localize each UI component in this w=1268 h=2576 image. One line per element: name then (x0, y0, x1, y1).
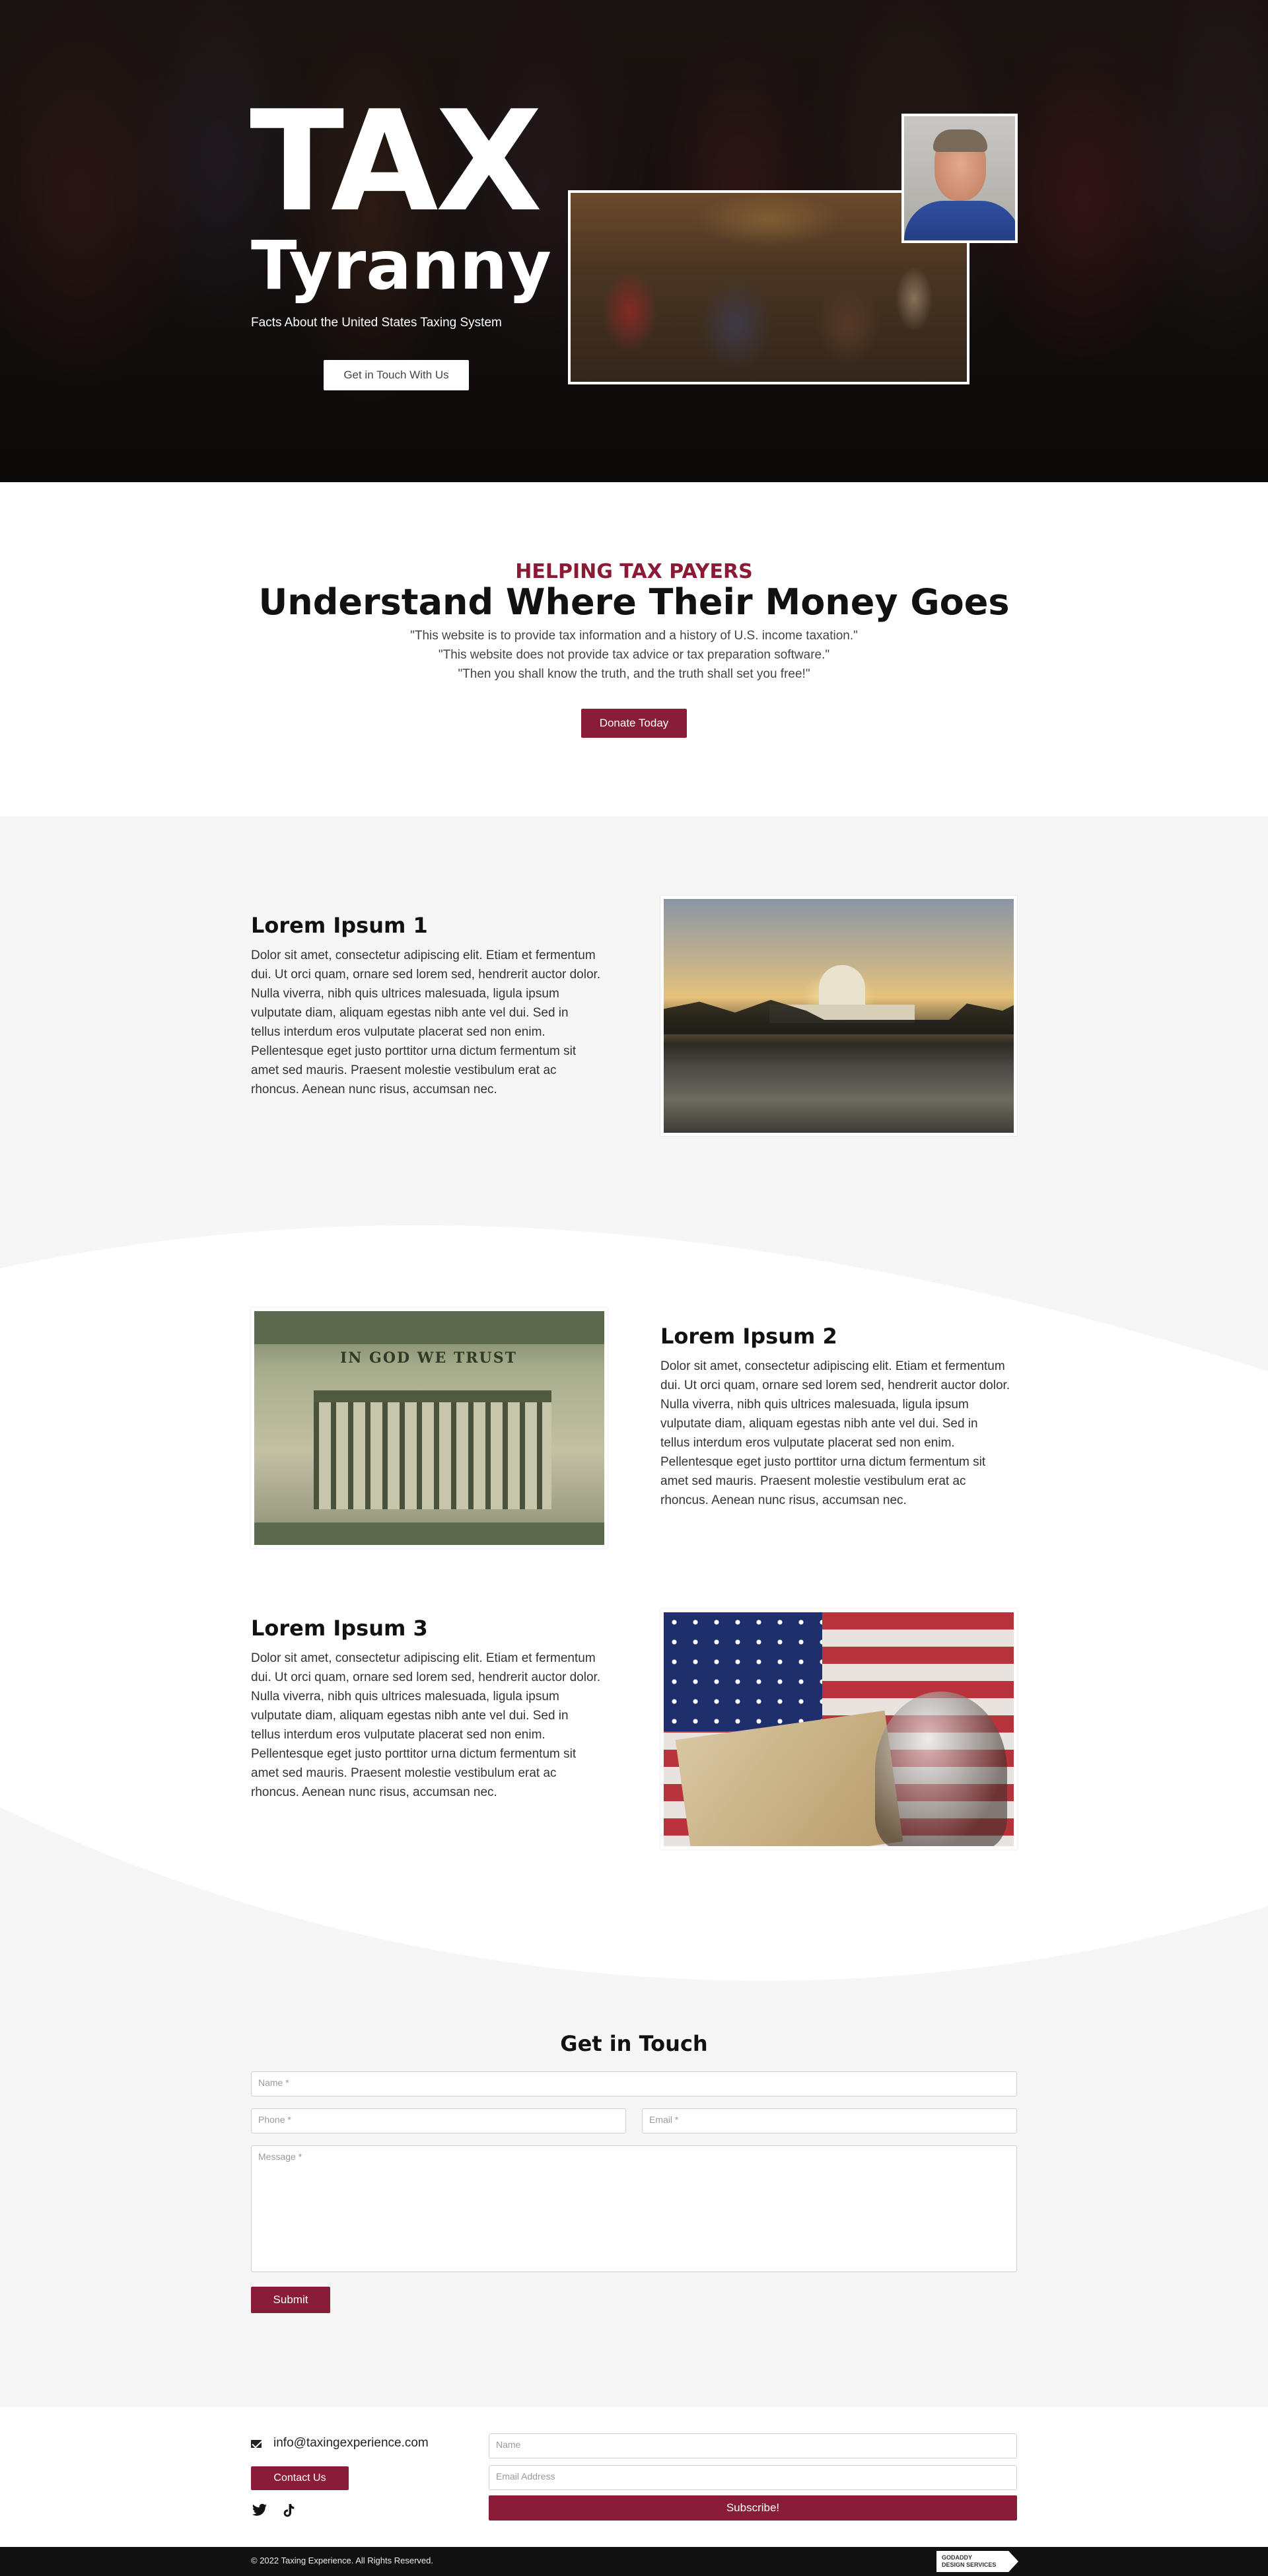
email-field[interactable]: Email * (642, 2108, 1017, 2133)
flag-constitution-image (660, 1609, 1017, 1849)
bottom-bar (0, 2547, 1268, 2576)
copyright-text: © 2022 Taxing Experience. All Rights Res… (251, 2556, 433, 2565)
hero-title: TAX (250, 81, 542, 242)
feature-1-title: Lorem Ipsum 1 (251, 913, 428, 938)
donate-button[interactable]: Donate Today (581, 709, 687, 738)
author-portrait (901, 114, 1018, 243)
feature-3-title: Lorem Ipsum 3 (251, 1616, 428, 1641)
capitol-image (660, 896, 1017, 1136)
feature-3-body: Dolor sit amet, consectetur adipiscing e… (251, 1651, 601, 1799)
newsletter-email-field[interactable]: Email Address (489, 2465, 1017, 2490)
newsletter-name-field[interactable]: Name (489, 2433, 1017, 2458)
bill-bottom-band (254, 1522, 604, 1545)
quote-line: "Then you shall know the truth, and the … (458, 667, 810, 681)
hero-subtitle: Tyranny (251, 227, 551, 305)
quote-line: "This website does not provide tax advic… (438, 648, 830, 662)
submit-button[interactable]: Submit (251, 2287, 330, 2313)
flag-canton (664, 1612, 822, 1731)
phone-field[interactable]: Phone * (251, 2108, 626, 2133)
feature-2-title: Lorem Ipsum 2 (660, 1324, 837, 1349)
get-in-touch-button[interactable]: Get in Touch With Us (324, 360, 469, 390)
name-field[interactable]: Name * (251, 2071, 1017, 2096)
twitter-icon[interactable] (251, 2503, 268, 2521)
bill-top-band (254, 1311, 604, 1344)
contact-title: Get in Touch (560, 2031, 708, 2056)
intro-title: Understand Where Their Money Goes (258, 581, 1010, 623)
feature-1-body: Dolor sit amet, consectetur adipiscing e… (251, 948, 601, 1096)
treasury-building (314, 1390, 551, 1509)
intro-kicker: HELPING TAX PAYERS (515, 560, 753, 583)
godaddy-badge[interactable]: GODADDY DESIGN SERVICES (936, 2551, 1018, 2572)
badge-line: DESIGN SERVICES (942, 2561, 997, 2568)
bill-motto: IN GOD WE TRUST (340, 1349, 517, 1367)
badge-line: GODADDY (942, 2554, 973, 2561)
portrait-shirt (904, 201, 1015, 240)
footer-email-link[interactable]: info@taxingexperience.com (273, 2436, 429, 2451)
contact-us-button[interactable]: Contact Us (251, 2466, 349, 2490)
tiktok-icon[interactable] (280, 2503, 297, 2521)
portrait-hair (933, 129, 987, 152)
treasury-bill-image: IN GOD WE TRUST (251, 1308, 608, 1548)
mail-icon (251, 2440, 262, 2448)
hero-tagline: Facts About the United States Taxing Sys… (251, 316, 502, 330)
eagle-overlay (875, 1692, 1007, 1846)
hero-section: TAX Tyranny Facts About the United State… (0, 0, 1268, 482)
subscribe-button[interactable]: Subscribe! (489, 2495, 1017, 2521)
intro-quotes: "This website is to provide tax informat… (0, 626, 1268, 684)
quote-line: "This website is to provide tax informat… (410, 629, 858, 643)
feature-2-body: Dolor sit amet, consectetur adipiscing e… (660, 1359, 1010, 1507)
message-field[interactable]: Message * (251, 2145, 1017, 2272)
